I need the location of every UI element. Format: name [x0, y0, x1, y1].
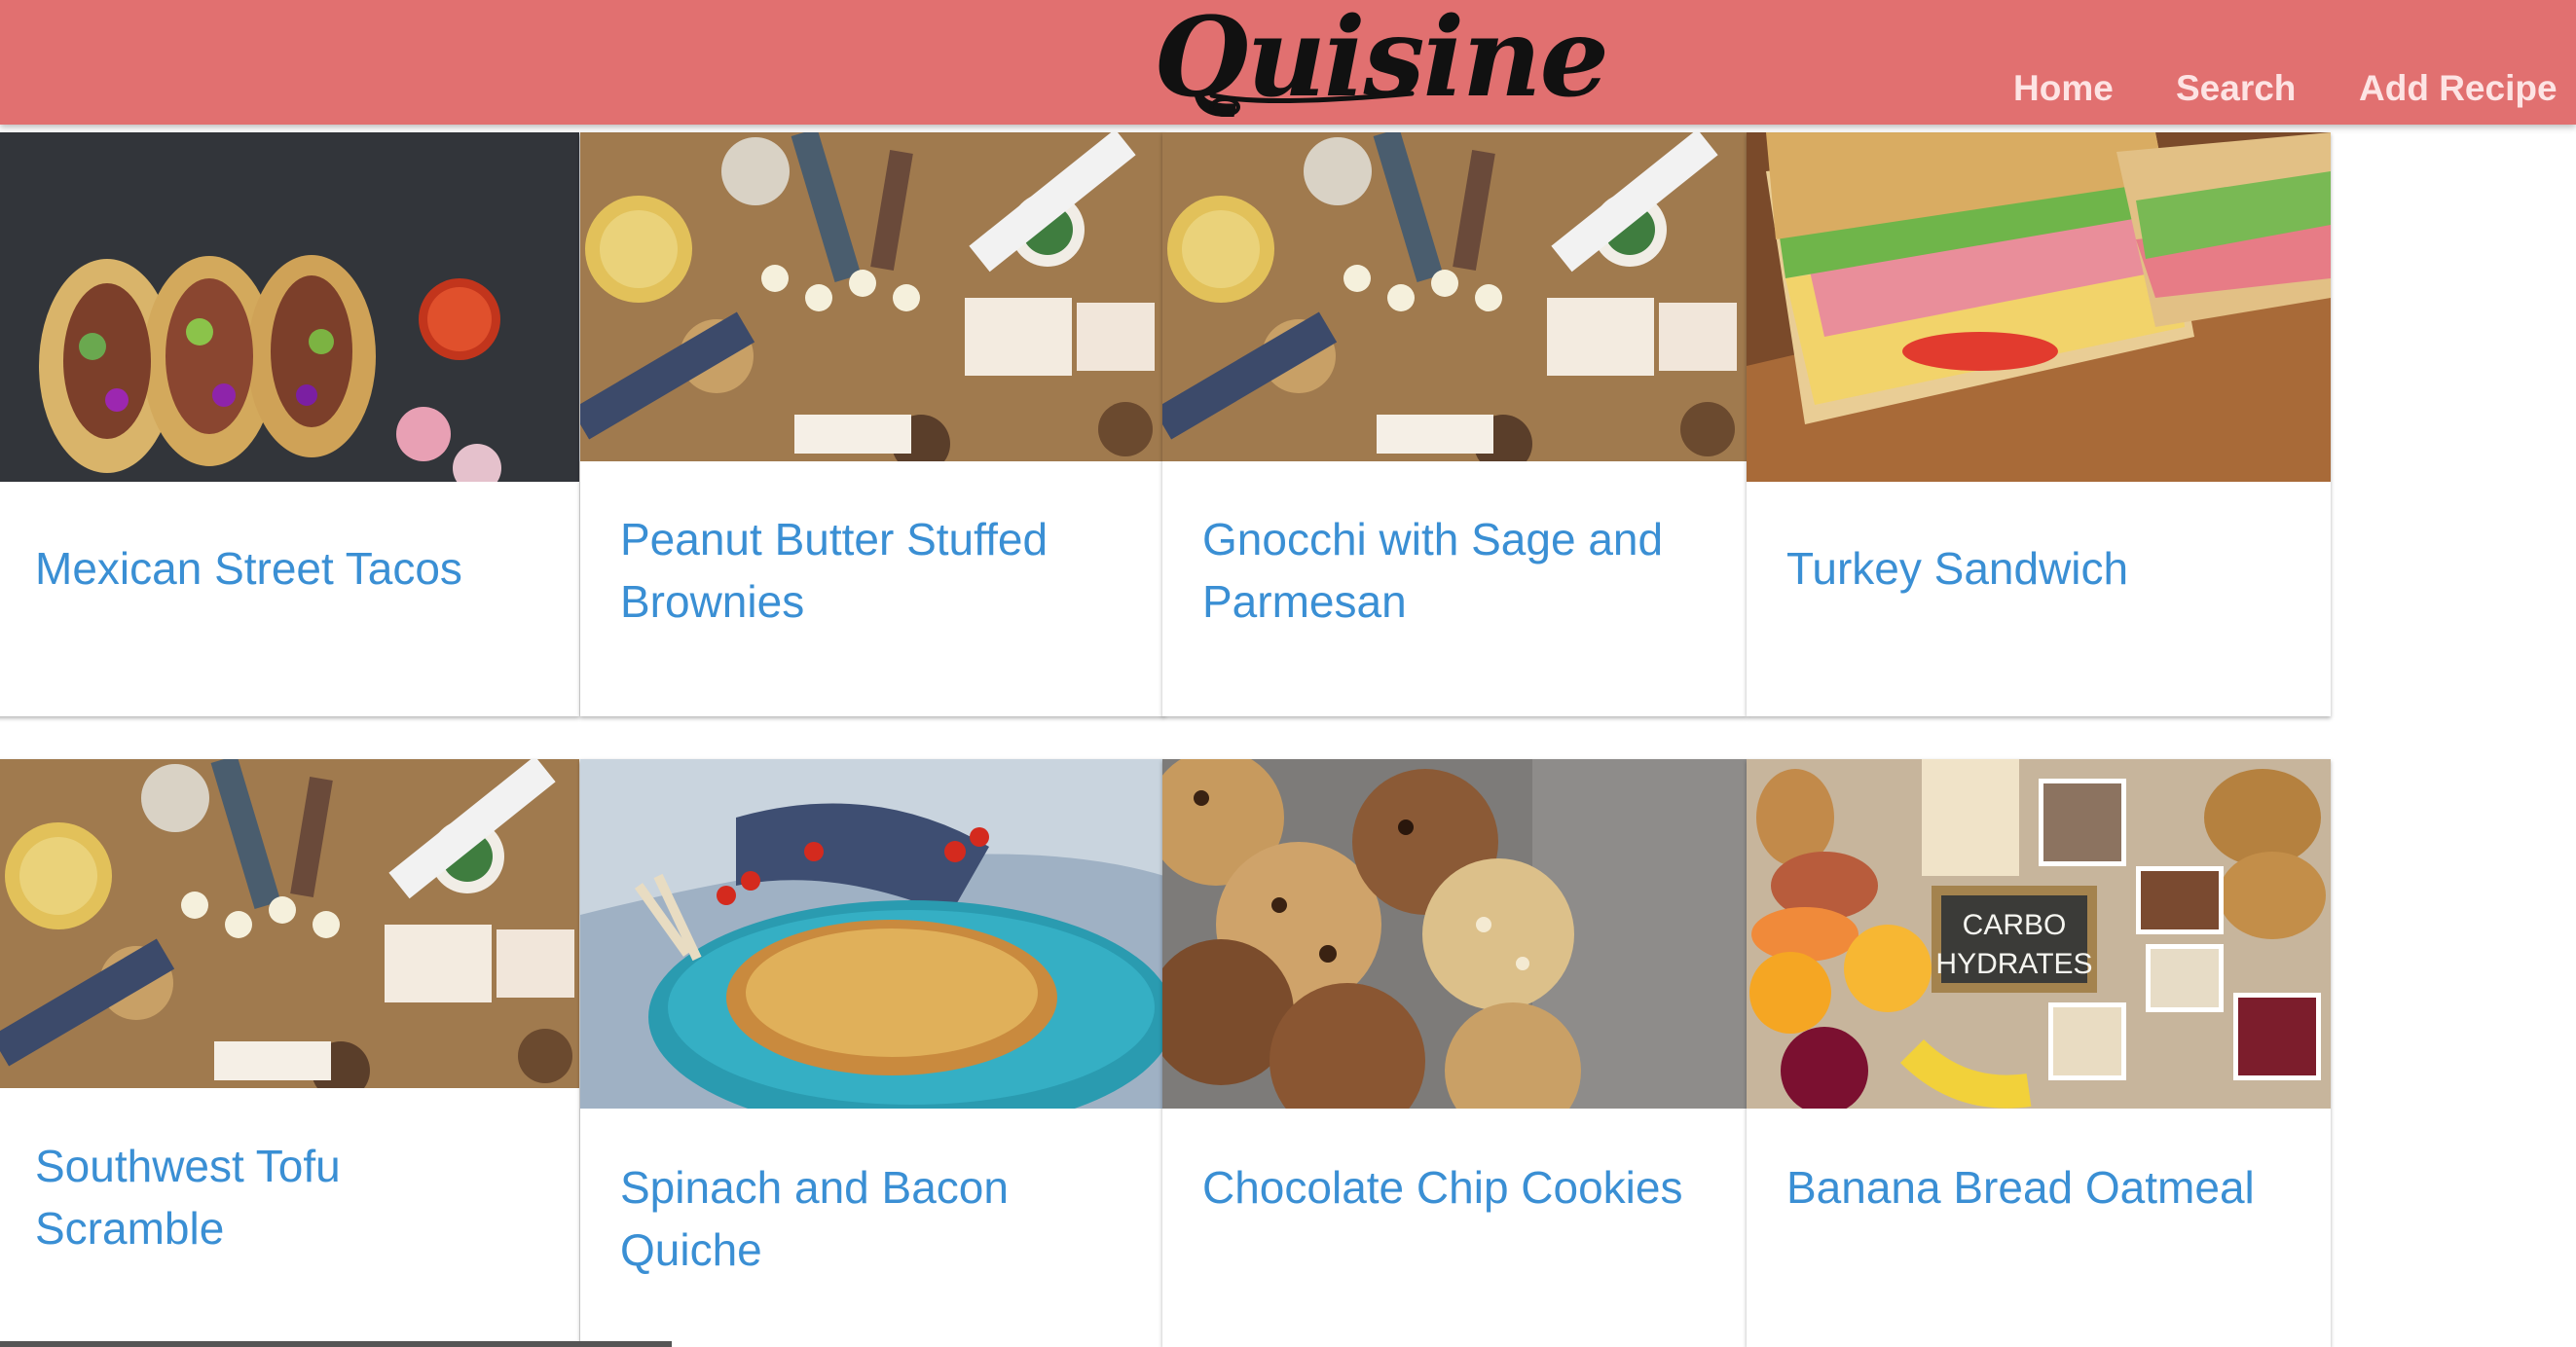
recipe-card[interactable]: CARBO HYDRATES Banana Bread Oatmeal	[1747, 759, 2331, 1347]
nav-home-link[interactable]: Home	[2013, 68, 2114, 109]
recipe-card[interactable]: Spinach and Bacon Quiche	[580, 759, 1164, 1347]
nav-add-recipe-link[interactable]: Add Recipe	[2359, 68, 2558, 109]
chalkboard-text-line-1: CARBO	[1963, 909, 2067, 941]
nav-search-link[interactable]: Search	[2176, 68, 2296, 109]
recipe-card[interactable]: Mexican Street Tacos	[0, 132, 579, 716]
recipe-card[interactable]: Turkey Sandwich	[1747, 132, 2331, 716]
recipe-title[interactable]: Turkey Sandwich	[1786, 537, 2293, 600]
recipe-title[interactable]: Mexican Street Tacos	[35, 537, 541, 600]
navbar: Quisine Home Search Add Recipe	[0, 0, 2576, 125]
cookies-photo[interactable]	[1162, 759, 1747, 1109]
carbohydrates-photo[interactable]: CARBO HYDRATES	[1747, 759, 2331, 1109]
recipe-card[interactable]: Peanut Butter Stuffed Brownies	[580, 132, 1164, 716]
recipe-card[interactable]: Chocolate Chip Cookies	[1162, 759, 1747, 1347]
recipe-card[interactable]: Southwest Tofu Scramble	[0, 759, 579, 1347]
recipe-title[interactable]: Chocolate Chip Cookies	[1202, 1156, 1709, 1219]
recipe-card[interactable]: Gnocchi with Sage and Parmesan	[1162, 132, 1747, 716]
recipe-title[interactable]: Gnocchi with Sage and Parmesan	[1202, 508, 1709, 633]
dinner-table-photo[interactable]	[1162, 132, 1747, 461]
logo-whisk-icon	[1209, 91, 1415, 117]
recipe-title[interactable]: Peanut Butter Stuffed Brownies	[620, 508, 1126, 633]
horizontal-scrollbar[interactable]	[0, 1341, 672, 1347]
recipe-title[interactable]: Spinach and Bacon Quiche	[620, 1156, 1126, 1281]
tacos-photo[interactable]	[0, 132, 579, 482]
sandwich-photo[interactable]	[1747, 132, 2331, 482]
dinner-table-photo[interactable]	[0, 759, 579, 1088]
dinner-table-photo[interactable]	[580, 132, 1164, 461]
recipe-title[interactable]: Banana Bread Oatmeal	[1786, 1156, 2293, 1219]
quiche-photo[interactable]	[580, 759, 1164, 1109]
recipe-title[interactable]: Southwest Tofu Scramble	[35, 1135, 541, 1259]
chalkboard-text-line-2: HYDRATES	[1935, 948, 2092, 980]
